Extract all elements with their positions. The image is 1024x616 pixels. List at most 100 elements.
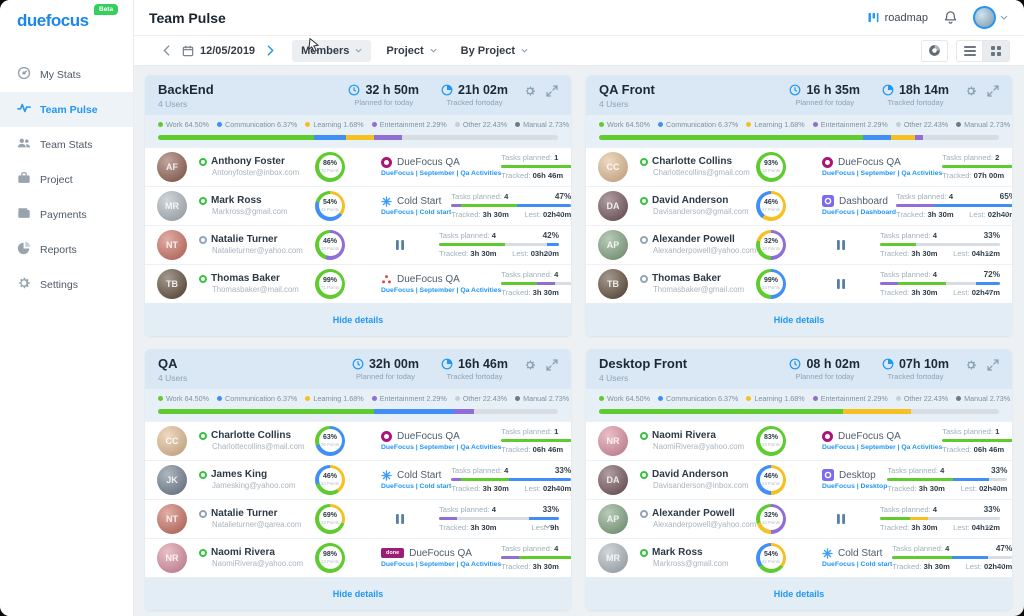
member-avatar[interactable]: MR [157,191,187,221]
row-expand-caret[interactable] [556,209,563,218]
hide-details-link[interactable]: Hide details [333,315,384,325]
focus-score-points: 36 Points [321,442,339,447]
team-name: QA [158,357,187,372]
hide-details-link[interactable]: Hide details [774,315,825,325]
status-dot [199,236,207,244]
project-path-link[interactable]: DueFocus | September | Qa Activities [381,287,501,294]
project-path-link[interactable]: DueFocus | Cold start [822,561,892,568]
gear-icon[interactable] [524,85,536,97]
next-day-button[interactable] [267,45,274,56]
member-avatar[interactable]: NT [157,230,187,260]
hide-details-link[interactable]: Hide details [774,589,825,599]
tracked-pie-icon [882,84,894,96]
member-avatar[interactable]: TB [598,269,628,299]
row-expand-caret[interactable] [544,248,551,257]
sidebar-item-team-pulse[interactable]: Team Pulse [0,92,133,127]
member-avatar[interactable]: DA [598,191,628,221]
report-pie-button[interactable] [921,40,948,62]
member-avatar[interactable]: NT [157,504,187,534]
member-avatar[interactable]: MR [598,543,628,573]
member-tracked-time: 3h 30m [911,249,937,258]
row-expand-caret[interactable] [985,248,992,257]
member-row: AF Anthony Foster Antonyfoster@inbox.com… [145,147,571,186]
member-avatar[interactable]: TB [157,269,187,299]
focus-score-percent: 32% [764,238,778,245]
time-left-label: Lest: [512,249,528,258]
row-expand-caret[interactable] [544,522,551,531]
member-avatar[interactable]: AP [598,230,628,260]
project-path-link[interactable]: DueFocus | September | Qa Activities [822,170,942,177]
roadmap-label: roadmap [885,12,928,24]
filter-members[interactable]: Members [292,40,371,62]
row-expand-caret[interactable] [997,561,1004,570]
logo[interactable]: duefocus Beta [0,0,120,31]
member-tracked-time: 3h 30m [483,484,509,493]
focus-score-donut: 32% 34 Points [756,504,786,534]
time-left-label: Lest: [960,484,976,493]
pause-icon [395,513,405,525]
project-path-link[interactable]: DueFocus | September | Qa Activities [381,170,501,177]
legend-dot [372,396,377,401]
member-avatar[interactable]: NR [157,543,187,573]
hide-details-link[interactable]: Hide details [333,589,384,599]
expand-icon[interactable] [546,85,558,97]
project-path-link[interactable]: DueFocus | Cold start [381,483,451,490]
member-avatar[interactable]: AF [157,152,187,182]
focus-score-points: 47 Points [762,207,780,212]
task-progress-percent: 33% [984,231,1000,240]
prev-day-button[interactable] [163,45,170,56]
user-menu[interactable] [973,6,1008,29]
sidebar-item-settings[interactable]: Settings [0,267,133,302]
list-view-button[interactable] [956,40,983,62]
filter-project[interactable]: Project [377,40,445,62]
sidebar-item-reports[interactable]: Reports [0,232,133,267]
member-avatar[interactable]: AP [598,504,628,534]
project-path-link[interactable]: DueFocus | Dashboard [822,209,896,216]
expand-icon[interactable] [987,85,999,97]
notifications-bell-icon[interactable] [943,10,958,25]
focus-score-donut: 83% 23 Points [756,426,786,456]
team-activity-bar [158,409,558,414]
sidebar-item-my-stats[interactable]: My Stats [0,57,133,92]
member-avatar[interactable]: CC [598,152,628,182]
member-identity: James King Jamesking@yahoo.com [199,469,315,490]
tracked-caption: Tracked fortoday [446,98,502,107]
focus-score-points: 23 Points [762,442,780,447]
team-users-count: 4 Users [158,373,187,383]
member-email: Davisanderson@inbox.com [640,481,756,490]
gear-icon[interactable] [965,359,977,371]
sidebar-item-team-stats[interactable]: Team Stats [0,127,133,162]
focus-score-percent: 93% [764,160,778,167]
gear-icon[interactable] [965,85,977,97]
row-expand-caret[interactable] [556,483,563,492]
roadmap-link[interactable]: roadmap [867,11,928,24]
member-avatar[interactable]: JK [157,465,187,495]
row-expand-caret[interactable] [992,483,999,492]
project-path-link[interactable]: DueFocus | September | Qa Activities [822,444,942,451]
row-expand-caret[interactable] [1001,209,1008,218]
project-path-link[interactable]: DueFocus | September | Qa Activities [381,444,501,451]
member-avatar[interactable]: DA [598,465,628,495]
date-picker[interactable]: 12/05/2019 [182,45,255,57]
member-email: Alexanderpowell@yahoo.com [640,246,756,255]
sidebar-item-project[interactable]: Project [0,162,133,197]
filter-by-project[interactable]: By Project [452,40,537,62]
project-path-link[interactable]: DueFocus | September | Qa Activities [381,561,501,568]
expand-icon[interactable] [546,359,558,371]
row-expand-caret[interactable] [985,287,992,296]
member-tracked-time: 3h 30m [924,562,950,571]
status-dot [199,275,207,283]
row-expand-caret[interactable] [985,522,992,531]
expand-icon[interactable] [987,359,999,371]
grid-view-button[interactable] [983,40,1010,62]
project-ring-icon [381,157,392,168]
project-path-link[interactable]: DueFocus | Cold start [381,209,451,216]
gear-icon[interactable] [524,359,536,371]
project-path-link[interactable]: DueFocus | Desktop [822,483,887,490]
legend-dot [746,122,751,127]
focus-score-donut: 46% 23 Points [756,465,786,495]
member-avatar[interactable]: NR [598,426,628,456]
sidebar-item-payments[interactable]: Payments [0,197,133,232]
member-identity: David Anderson Davisanderson@inbox.com [640,469,756,490]
member-avatar[interactable]: CC [157,426,187,456]
